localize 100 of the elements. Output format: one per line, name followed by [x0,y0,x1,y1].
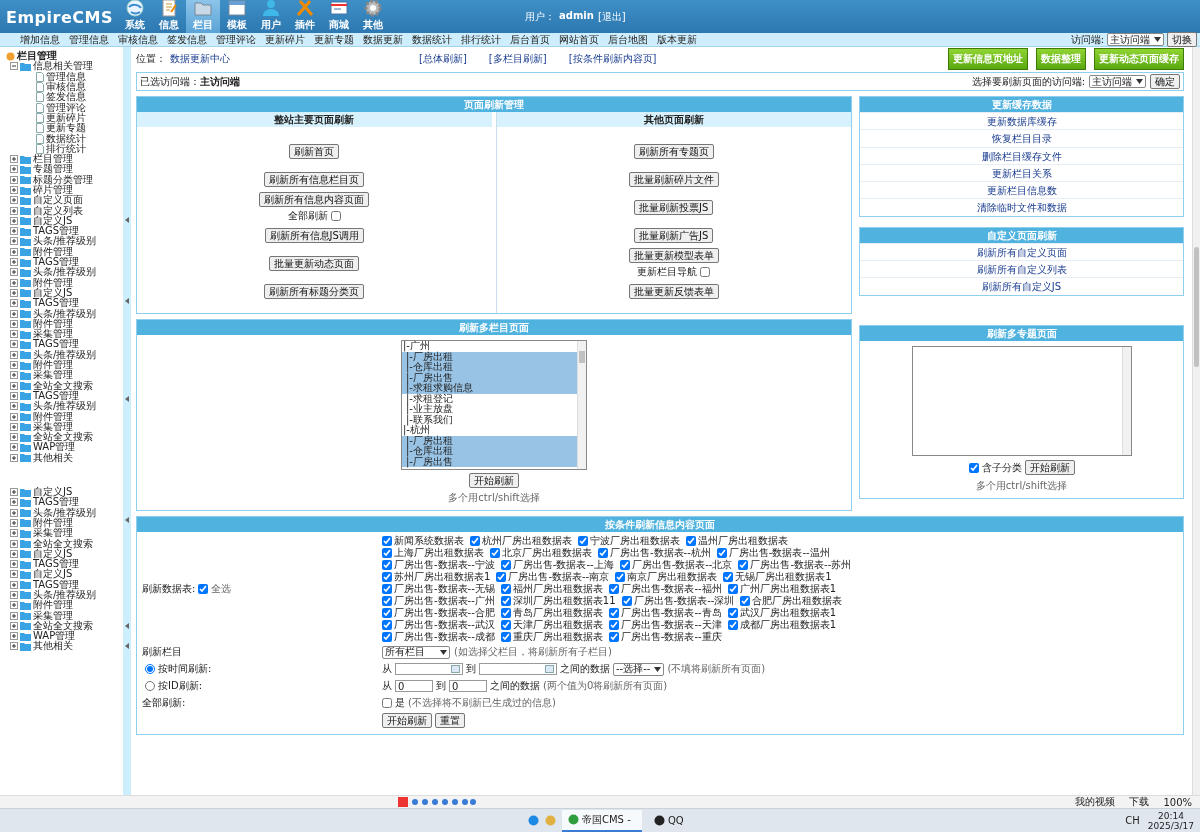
panel-link[interactable]: 更新栏目关系 [991,167,1052,179]
refresh-link[interactable]: [总体刷新] [419,52,467,66]
checkbox[interactable] [608,619,619,630]
list-option[interactable]: |-求租求购信息 [402,383,577,394]
tree-item[interactable]: TAGS管理 [6,339,123,350]
panel-link[interactable]: 更新栏目信息数 [986,185,1057,197]
tree-item[interactable]: 栏目管理 [6,153,123,165]
access-select[interactable]: 主访问端 [1107,33,1164,46]
time-select[interactable]: --选择-- [613,662,665,676]
expand-icon[interactable] [10,391,18,400]
checkbox[interactable] [382,595,392,606]
checkbox[interactable] [382,547,392,558]
tree-item[interactable]: 头条/推荐级别 [6,349,123,360]
expand-icon[interactable] [10,433,18,442]
id-field[interactable]: 0 [395,680,433,692]
expand-icon[interactable] [10,580,18,589]
expand-icon[interactable] [10,570,18,579]
tree-item[interactable]: 管理评论 [6,102,123,113]
collapse-arrow-icon[interactable] [125,643,129,649]
expand-icon[interactable] [10,340,18,349]
tree-item[interactable]: 自定义JS [6,569,123,580]
panel-link[interactable]: 刷新所有自定义列表 [976,264,1067,276]
date-field[interactable] [395,663,463,675]
collapse-arrow-icon[interactable] [125,298,129,304]
tree-item[interactable]: TAGS管理 [6,558,123,570]
nav-link[interactable]: 管理信息 [69,32,109,47]
expand-icon[interactable] [10,611,18,620]
nav-link[interactable]: 审核信息 [118,32,158,47]
expand-icon[interactable] [10,549,18,558]
checkbox[interactable] [382,571,392,582]
nav-link[interactable]: 后台地图 [608,32,648,47]
language-indicator[interactable]: CH [1125,815,1140,826]
checkbox[interactable] [500,607,511,618]
list-option[interactable]: |-仓库出租 [402,446,577,457]
clock[interactable]: 20:14 2025/3/17 [1147,810,1194,831]
expand-icon[interactable] [10,591,18,599]
tree-item[interactable]: 采集管理 [6,610,123,621]
scrollbar[interactable] [1121,347,1131,455]
checkbox[interactable] [382,607,392,618]
checkbox[interactable] [500,559,511,570]
expand-icon[interactable] [10,299,18,308]
refresh-button[interactable]: 刷新所有专题页 [633,143,714,159]
expand-icon[interactable] [10,258,18,267]
expand-icon[interactable] [10,422,18,431]
access-select[interactable]: 主访问端 [1089,75,1146,88]
list-option[interactable]: |-求租登记 [402,393,577,404]
panel-link[interactable]: 更新数据库缓存 [986,116,1057,127]
expand-icon[interactable] [10,330,18,339]
panel-link[interactable]: 恢复栏目目录 [991,133,1052,145]
tree-item[interactable]: 全站全文搜索 [6,432,123,443]
expand-icon[interactable] [10,632,18,641]
refresh-button[interactable]: 刷新所有信息JS调用 [264,227,364,243]
date-field[interactable] [479,663,557,675]
nav-link[interactable]: 数据统计 [412,32,452,47]
refresh-button[interactable]: 批量刷新碎片文件 [628,171,719,187]
expand-icon[interactable] [10,539,18,548]
expand-icon[interactable] [10,227,18,236]
list-option[interactable]: |-广州 [402,341,577,352]
checkbox[interactable] [382,631,392,642]
tree-item[interactable]: 其他相关 [6,452,123,463]
expand-icon[interactable] [10,488,18,496]
refresh-link[interactable]: [按条件刷新内容页] [568,52,657,66]
expand-icon[interactable] [10,268,18,277]
collapse-arrow-icon[interactable] [125,623,129,629]
tree-item[interactable]: TAGS管理 [6,497,123,508]
module-tab[interactable]: 用户 [254,0,288,33]
expand-icon[interactable] [10,278,18,287]
expand-icon[interactable] [10,196,18,205]
tree-item[interactable]: TAGS管理 [6,298,123,309]
expand-icon[interactable] [10,443,18,452]
refresh-button[interactable]: 刷新所有标题分类页 [264,283,365,299]
panel-link[interactable]: 清除临时文件和数据 [976,202,1067,214]
expand-icon[interactable] [10,237,18,246]
tree-item[interactable]: 审核信息 [6,81,123,93]
expand-icon[interactable] [10,309,18,318]
status-item[interactable]: 100% [1163,796,1192,808]
tree-item[interactable]: 全站全文搜索 [6,538,123,549]
list-option[interactable]: |-业主放盘 [402,404,577,415]
checkbox[interactable] [608,631,619,642]
tree-item[interactable]: 附件管理 [6,411,123,422]
location-link[interactable]: 数据更新中心 [170,52,230,66]
expand-icon[interactable] [10,402,18,411]
tree-item[interactable]: 采集管理 [6,329,123,340]
checkbox[interactable] [608,607,619,618]
nav-link[interactable]: 增加信息 [20,32,60,47]
expand-icon[interactable] [10,165,18,174]
refresh-button[interactable]: 刷新首页 [289,143,340,159]
expand-icon[interactable] [10,175,18,184]
tree-item[interactable]: WAP管理 [6,442,123,453]
checkbox[interactable] [700,266,711,277]
nav-link[interactable]: 网站首页 [559,32,599,47]
list-option[interactable]: |-杭州 [402,425,577,436]
expand-icon[interactable] [10,642,18,651]
tree-item[interactable]: 签发信息 [6,92,123,103]
module-tab[interactable]: 系统 [118,0,152,33]
checkbox[interactable] [500,619,511,630]
tree-item[interactable]: 自定义JS [6,486,123,498]
nav-link[interactable]: 更新专题 [314,32,354,47]
tree-item[interactable]: 自定义JS [6,215,123,227]
expand-icon[interactable] [10,518,18,527]
